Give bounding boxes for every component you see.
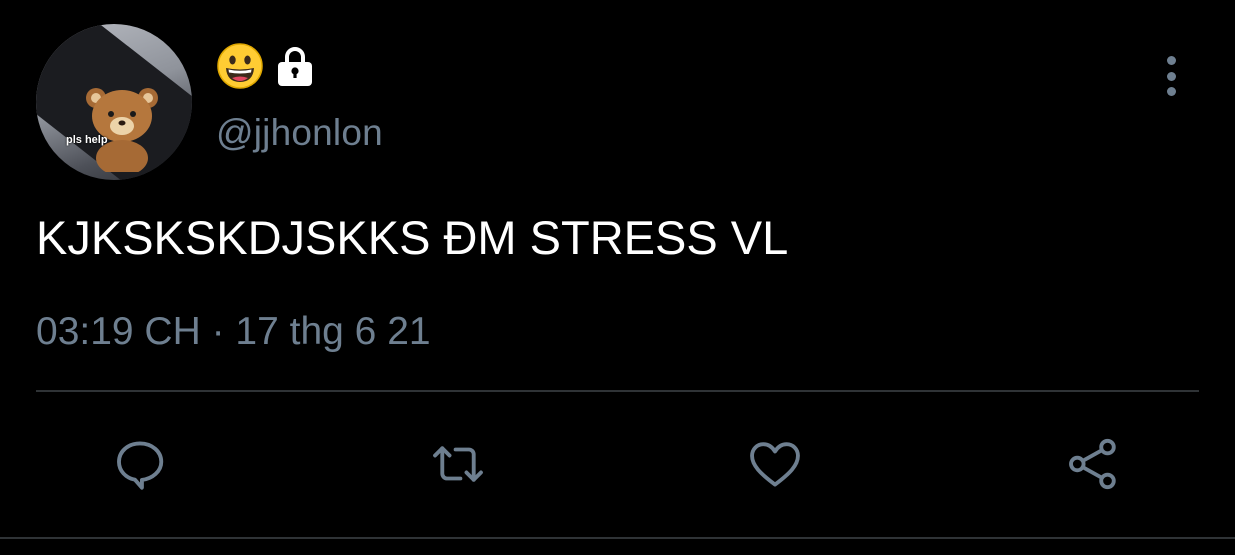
reply-button[interactable] [108, 432, 172, 496]
more-options-icon[interactable] [1160, 56, 1182, 96]
retweet-button[interactable] [426, 432, 490, 496]
heart-icon [750, 442, 800, 487]
tweet-detail: pls help @jjhonlon KJKSKSKDJSKKS ĐM STRE… [0, 0, 1235, 555]
share-icon [1069, 438, 1116, 490]
reply-icon [117, 441, 164, 490]
user-handle[interactable]: @jjhonlon [216, 112, 383, 154]
display-name[interactable] [216, 42, 314, 90]
tweet-timestamp[interactable]: 03:19 CH · 17 thg 6 21 [36, 310, 431, 354]
retweet-icon [433, 446, 483, 482]
divider [0, 537, 1235, 539]
lock-icon [278, 47, 312, 86]
more-dot [1166, 56, 1176, 65]
bear-plush-image [86, 88, 158, 172]
grinning-face-emoji-icon [217, 43, 263, 89]
tweet-text: KJKSKSKDJSKKS ĐM STRESS VL [36, 211, 789, 264]
divider [36, 390, 1199, 392]
avatar-caption: pls help [66, 134, 108, 146]
more-dot [1166, 71, 1176, 81]
like-button[interactable] [743, 432, 807, 496]
more-dot [1166, 87, 1176, 96]
share-button[interactable] [1061, 432, 1125, 496]
avatar[interactable]: pls help [36, 24, 192, 180]
